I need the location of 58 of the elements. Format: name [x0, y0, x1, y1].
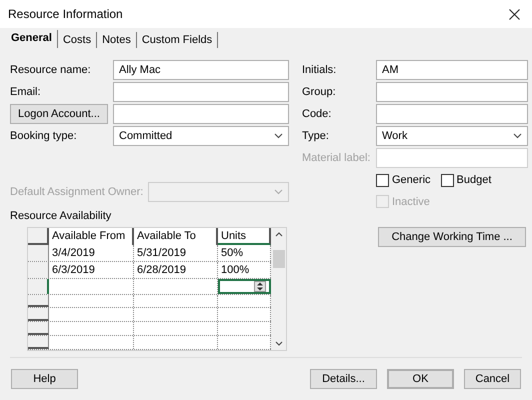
- column-header: Available To: [134, 228, 218, 244]
- checkbox-label: Inactive: [392, 194, 430, 210]
- details-button[interactable]: Details...: [310, 369, 377, 389]
- text-field[interactable]: [376, 82, 528, 102]
- text-field[interactable]: [113, 82, 289, 102]
- scroll-thumb[interactable]: [272, 250, 284, 268]
- table-cell: 6/28/2019: [134, 262, 218, 278]
- row-header[interactable]: [28, 244, 49, 260]
- text-field[interactable]: AM: [376, 60, 528, 80]
- window-title: Resource Information: [8, 6, 123, 23]
- text-field[interactable]: [376, 104, 528, 124]
- field-label: Initials:: [302, 62, 338, 78]
- checkbox[interactable]: [440, 174, 454, 187]
- corner-cell: [28, 228, 49, 244]
- table-cell: 5/31/2019: [134, 244, 218, 260]
- scroll-down-icon[interactable]: [274, 340, 282, 346]
- field-label: Default Assignment Owner:: [10, 184, 144, 200]
- field-label: Type:: [302, 128, 330, 144]
- section-title: Resource Availability: [10, 209, 112, 224]
- checkbox-label: Budget: [456, 173, 492, 188]
- row-header[interactable]: [28, 262, 49, 278]
- text-field[interactable]: Ally Mac: [113, 60, 289, 80]
- tab[interactable]: Notes: [97, 32, 137, 48]
- spinner-icon[interactable]: [254, 280, 266, 292]
- column-header: Available From: [49, 228, 134, 244]
- text-field[interactable]: [376, 148, 528, 168]
- field-label: Booking type:: [10, 128, 78, 144]
- scrollbar[interactable]: [271, 228, 286, 350]
- help-button[interactable]: Help: [11, 369, 78, 389]
- checkbox[interactable]: [376, 174, 389, 187]
- text-field[interactable]: [113, 104, 289, 124]
- field-label: Material label:: [302, 150, 372, 166]
- scroll-up-icon[interactable]: [274, 232, 282, 236]
- field-label: Resource name:: [10, 62, 92, 78]
- checkbox-label: Generic: [392, 173, 431, 188]
- cancel-button[interactable]: Cancel: [464, 369, 521, 389]
- field-label: Code:: [302, 106, 332, 122]
- dropdown[interactable]: Committed: [113, 126, 289, 146]
- dropdown[interactable]: Work: [376, 126, 528, 146]
- chevron-down-icon: [513, 133, 522, 139]
- change-working-time-button[interactable]: Change Working Time ...: [378, 227, 526, 247]
- row-header[interactable]: [28, 308, 49, 321]
- row-header[interactable]: [28, 294, 49, 308]
- chevron-down-icon: [274, 189, 283, 195]
- row-header[interactable]: [28, 322, 49, 335]
- units-spinner-cell[interactable]: [218, 278, 271, 294]
- table-cell: 6/3/2019: [49, 262, 134, 278]
- close-icon[interactable]: [509, 8, 520, 20]
- chevron-down-icon: [274, 133, 283, 139]
- tab[interactable]: Costs: [58, 32, 98, 48]
- table-cell: 3/4/2019: [49, 244, 134, 260]
- row-header[interactable]: [28, 278, 49, 294]
- row-header[interactable]: [28, 336, 49, 348]
- ok-button[interactable]: OK: [387, 369, 454, 389]
- logon-account-button[interactable]: Logon Account...: [10, 104, 108, 124]
- field-label: Group:: [302, 84, 337, 100]
- tab[interactable]: Custom Fields: [136, 32, 218, 48]
- field-label: Email:: [10, 84, 42, 100]
